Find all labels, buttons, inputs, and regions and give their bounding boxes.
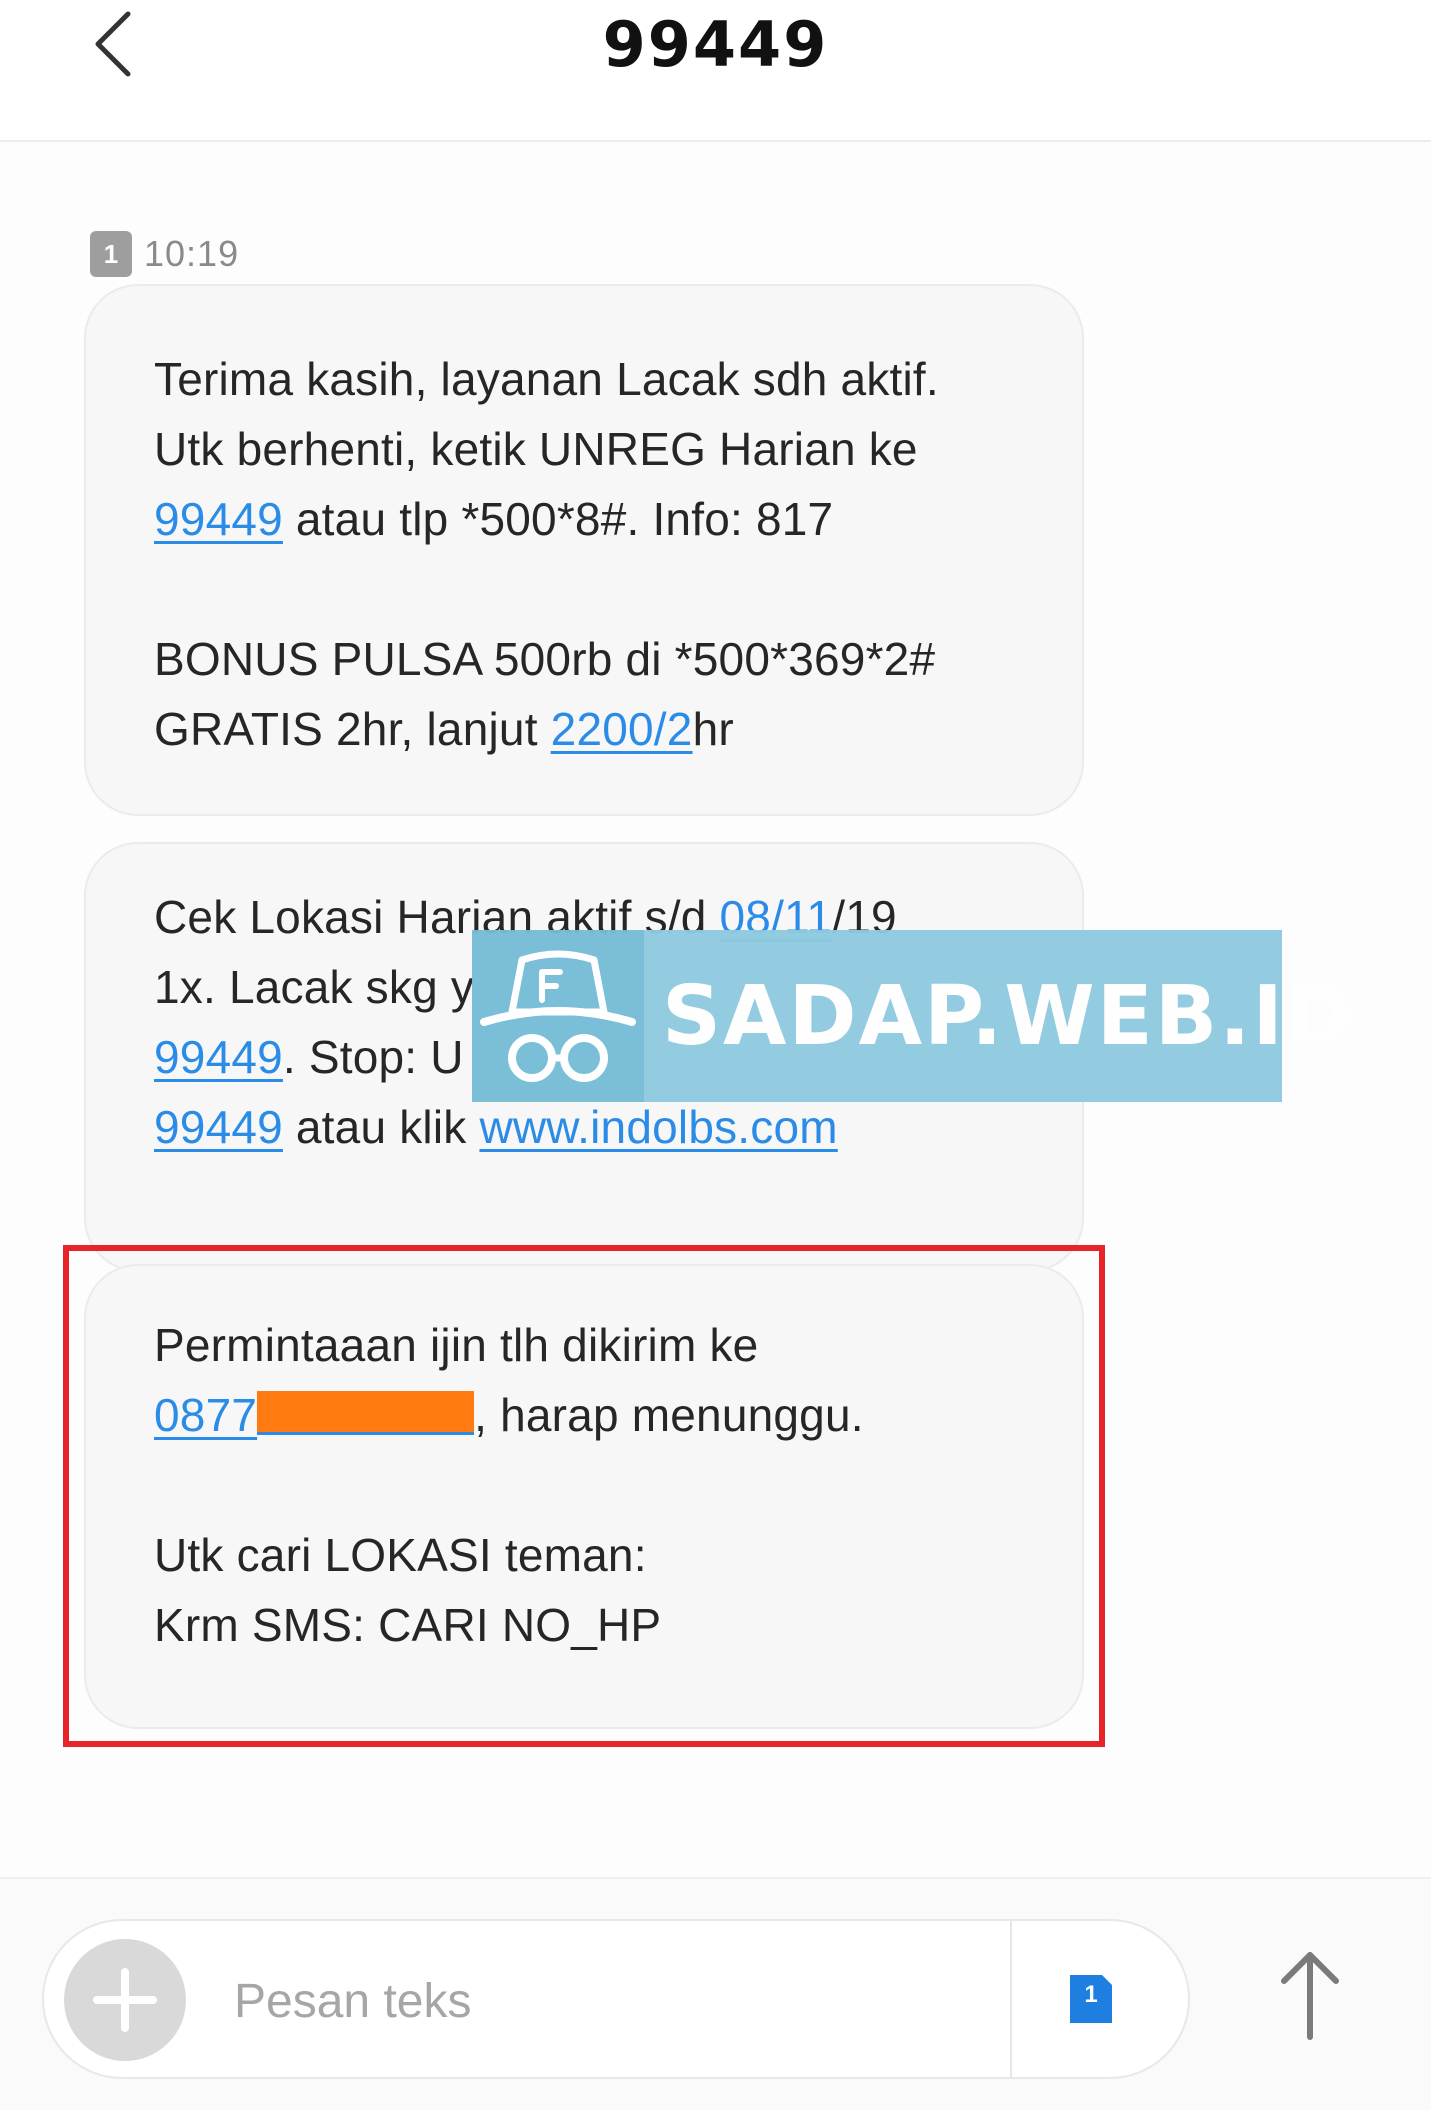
phone-link[interactable]: 99449	[154, 1031, 283, 1083]
message-line: 99449 atau klik www.indolbs.com	[154, 1092, 1016, 1162]
watermark: SADAP.WEB.ID	[472, 930, 1353, 1102]
arrow-up-icon	[1281, 1952, 1339, 2040]
message-bubble[interactable]: Permintaaan ijin tlh dikirim ke 0877 , ha…	[84, 1264, 1084, 1729]
phone-link[interactable]: 0877	[154, 1389, 257, 1441]
add-attachment-button[interactable]	[64, 1939, 186, 2061]
phone-link[interactable]: 99449	[154, 1101, 283, 1153]
redaction-block	[257, 1391, 475, 1435]
phone-link[interactable]: 99449	[154, 493, 283, 545]
sim-select-button[interactable]: 1	[1066, 1971, 1116, 2027]
spy-hat-logo-icon	[472, 930, 644, 1102]
message-line: Krm SMS: CARI NO_HP	[154, 1599, 662, 1651]
watermark-text: SADAP.WEB.ID	[662, 968, 1355, 1064]
composer-divider	[1010, 1921, 1012, 2077]
message-line: 99449 atau tlp *500*8#. Info: 817	[154, 484, 1016, 554]
composer-bar: 1	[42, 1919, 1190, 2079]
message-text: atau tlp *500*8#. Info: 817	[282, 493, 834, 545]
message-line: Permintaaan ijin tlh dikirim ke	[154, 1319, 759, 1371]
message-list[interactable]: 1 10:19 Terima kasih, layanan Lacak sdh …	[0, 142, 1431, 1877]
message-line: Utk berhenti, ketik UNREG Harian ke	[154, 423, 918, 475]
send-button[interactable]	[1270, 1941, 1350, 2051]
message-blank-line	[154, 1450, 1016, 1520]
message-text: . Stop: U	[282, 1031, 464, 1083]
message-text: atau klik	[282, 1101, 480, 1153]
message-time: 10:19	[144, 233, 240, 274]
message-input[interactable]	[234, 1959, 1014, 2043]
web-link[interactable]: www.indolbs.com	[479, 1101, 837, 1153]
plus-icon	[93, 1968, 157, 2032]
message-text: , harap menunggu.	[474, 1389, 864, 1441]
message-line: Terima kasih, layanan Lacak sdh aktif.	[154, 353, 939, 405]
message-composer: 1	[0, 1877, 1431, 2110]
contact-title: 99449	[602, 8, 829, 81]
message-text: GRATIS 2hr, lanjut	[154, 703, 551, 755]
sim-number: 1	[103, 238, 119, 269]
message-bubble[interactable]: Terima kasih, layanan Lacak sdh aktif. U…	[84, 284, 1084, 816]
message-timestamp-row: 1 10:19	[90, 230, 239, 278]
message-line: GRATIS 2hr, lanjut 2200/2hr	[154, 694, 1016, 764]
conversation-header: 99449	[0, 0, 1431, 142]
message-line: Utk cari LOKASI teman:	[154, 1529, 647, 1581]
message-text: hr	[692, 703, 734, 755]
number-link[interactable]: 2200/2	[551, 703, 693, 755]
sms-conversation-screen: 99449 1 10:19 Terima kasih, layanan Laca…	[0, 0, 1431, 2110]
sim-card-icon: 1	[90, 231, 132, 277]
message-line: BONUS PULSA 500rb di *500*369*2#	[154, 633, 936, 685]
message-blank-line	[154, 554, 1016, 624]
sim-number: 1	[1084, 1981, 1098, 2008]
message-line: 0877 , harap menunggu.	[154, 1380, 1016, 1450]
